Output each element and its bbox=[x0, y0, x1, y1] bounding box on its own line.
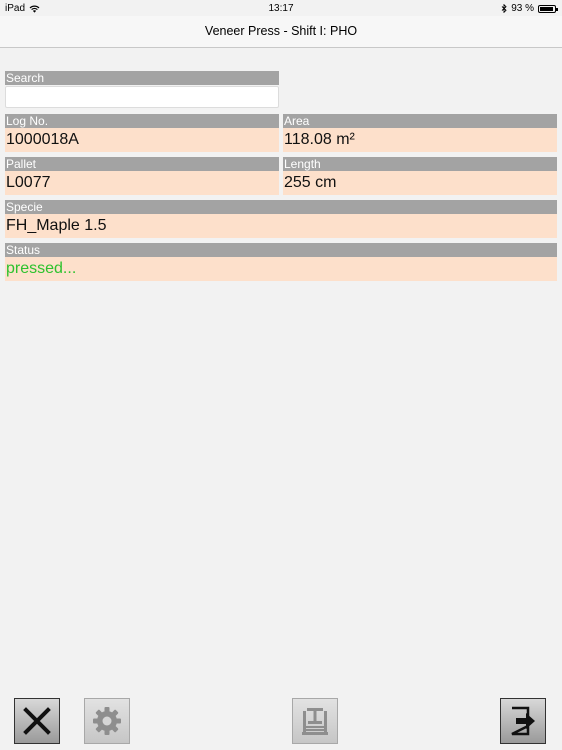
status-field: Status pressed... bbox=[5, 243, 557, 281]
status-value: pressed... bbox=[5, 257, 557, 281]
clock: 13:17 bbox=[268, 3, 294, 14]
status-bar: iPad 13:17 93 % bbox=[0, 0, 562, 16]
page-title: Veneer Press - Shift I: PHO bbox=[204, 24, 358, 38]
specie-value: FH_Maple 1.5 bbox=[5, 214, 557, 238]
exit-button[interactable] bbox=[500, 698, 546, 744]
close-icon bbox=[23, 707, 51, 735]
battery-icon bbox=[538, 4, 558, 13]
search-input[interactable] bbox=[5, 86, 279, 108]
pallet-label: Pallet bbox=[5, 157, 279, 171]
search-label: Search bbox=[5, 71, 279, 85]
log-no-field: Log No. 1000018A bbox=[5, 114, 279, 152]
pallet-value: L0077 bbox=[5, 171, 279, 195]
battery-level bbox=[540, 6, 554, 11]
exit-icon bbox=[511, 706, 535, 736]
bluetooth-icon bbox=[501, 4, 507, 13]
search-field: Search bbox=[5, 71, 279, 108]
specie-label: Specie bbox=[5, 200, 557, 214]
area-label: Area bbox=[283, 114, 557, 128]
press-icon bbox=[302, 708, 328, 735]
specie-field: Specie FH_Maple 1.5 bbox=[5, 200, 557, 238]
status-label: Status bbox=[5, 243, 557, 257]
close-button[interactable] bbox=[14, 698, 60, 744]
press-button[interactable] bbox=[292, 698, 338, 744]
pallet-field: Pallet L0077 bbox=[5, 157, 279, 195]
area-value: 118.08 m² bbox=[283, 128, 557, 152]
log-no-value: 1000018A bbox=[5, 128, 279, 152]
log-no-label: Log No. bbox=[5, 114, 279, 128]
nav-bar: Veneer Press - Shift I: PHO bbox=[0, 16, 562, 48]
gear-icon bbox=[93, 707, 121, 735]
length-value: 255 cm bbox=[283, 171, 557, 195]
settings-button[interactable] bbox=[84, 698, 130, 744]
length-field: Length 255 cm bbox=[283, 157, 557, 195]
area-field: Area 118.08 m² bbox=[283, 114, 557, 152]
length-label: Length bbox=[283, 157, 557, 171]
battery-percent: 93 % bbox=[511, 3, 534, 14]
